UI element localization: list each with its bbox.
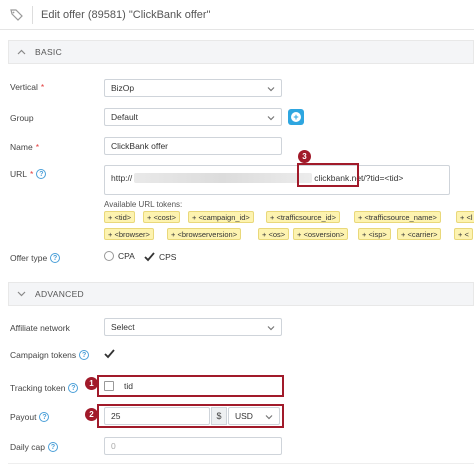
tracking-token-label: Tracking token ? [10, 383, 79, 393]
token-browserversion[interactable]: + <browserversion> [167, 228, 242, 240]
affiliate-network-label: Affiliate network [10, 323, 70, 333]
chevron-down-icon [17, 291, 31, 297]
chevron-down-icon [267, 113, 275, 123]
annotation-badge-3: 3 [298, 150, 311, 163]
help-icon[interactable]: ? [50, 253, 61, 263]
annotation-box-3 [297, 163, 359, 187]
basic-section-toggle[interactable]: BASIC [8, 40, 474, 64]
plus-icon: + [291, 112, 301, 122]
group-label: Group [10, 113, 34, 123]
daily-cap-label: Daily cap ? [10, 442, 58, 452]
token-isp[interactable]: + <isp> [358, 228, 391, 240]
affiliate-network-select[interactable]: Select [104, 318, 282, 336]
chevron-down-icon [265, 412, 273, 422]
advanced-section-label: ADVANCED [35, 289, 85, 299]
radio-unselected[interactable] [104, 251, 114, 261]
offer-type-cps[interactable]: CPS [144, 251, 176, 262]
token-trafficsource-id[interactable]: + <trafficsource_id> [266, 211, 340, 223]
group-select[interactable]: Default [104, 108, 282, 126]
token-more-2[interactable]: + < [454, 228, 473, 240]
offer-type-cpa[interactable]: CPA [104, 251, 135, 261]
token-trafficsource-name[interactable]: + <trafficsource_name> [354, 211, 441, 223]
vertical-select[interactable]: BizOp [104, 79, 282, 97]
token-tid[interactable]: + <tid> [104, 211, 136, 223]
tracking-token-checkbox[interactable] [104, 381, 114, 391]
checkmark-icon[interactable] [144, 251, 155, 262]
help-icon[interactable]: ? [68, 383, 79, 393]
daily-cap-input[interactable]: 0 [104, 437, 282, 455]
basic-section-label: BASIC [35, 47, 63, 57]
payout-label: Payout ? [10, 412, 50, 422]
url-input[interactable]: http:// clickbank.net/?tid=<tid> [104, 165, 450, 195]
page-header: Edit offer (89581) "ClickBank offer" [0, 0, 474, 30]
token-campaign-id[interactable]: + <campaign_id> [188, 211, 254, 223]
advanced-section-toggle[interactable]: ADVANCED [8, 282, 474, 306]
chevron-up-icon [17, 49, 31, 55]
help-icon[interactable]: ? [79, 350, 90, 360]
help-icon[interactable]: ? [36, 169, 47, 179]
offer-type-label: Offer type ? [10, 253, 61, 263]
help-icon[interactable]: ? [39, 412, 50, 422]
tracking-token-input[interactable]: tid [118, 377, 281, 395]
token-carrier[interactable]: + <carrier> [397, 228, 442, 240]
campaign-tokens-checkbox[interactable] [104, 348, 115, 359]
redacted-url-segment [134, 173, 313, 183]
token-osversion[interactable]: + <osversion> [293, 228, 349, 240]
token-cost[interactable]: + <cost> [143, 211, 180, 223]
header-divider [32, 5, 33, 24]
currency-sign: $ [211, 407, 227, 425]
tags-icon [8, 8, 26, 22]
annotation-badge-2: 2 [85, 408, 98, 421]
help-icon[interactable]: ? [47, 442, 58, 452]
token-more[interactable]: + <l [456, 211, 474, 223]
name-label: Name * [10, 142, 39, 152]
url-label: URL * ? [10, 169, 47, 179]
name-input[interactable]: ClickBank offer [104, 137, 282, 155]
bottom-divider [8, 463, 474, 464]
campaign-tokens-label: Campaign tokens ? [10, 350, 90, 360]
annotation-badge-1: 1 [85, 377, 98, 390]
payout-input[interactable]: 25 [104, 407, 210, 425]
chevron-down-icon [267, 323, 275, 333]
add-group-button[interactable]: + [288, 109, 304, 125]
token-browser[interactable]: + <browser> [104, 228, 154, 240]
url-tokens-label: Available URL tokens: [104, 200, 183, 209]
vertical-label: Vertical * [10, 82, 45, 92]
token-os[interactable]: + <os> [258, 228, 290, 240]
currency-select[interactable]: USD [228, 407, 280, 425]
chevron-down-icon [267, 84, 275, 94]
page-title: Edit offer (89581) "ClickBank offer" [41, 8, 211, 21]
